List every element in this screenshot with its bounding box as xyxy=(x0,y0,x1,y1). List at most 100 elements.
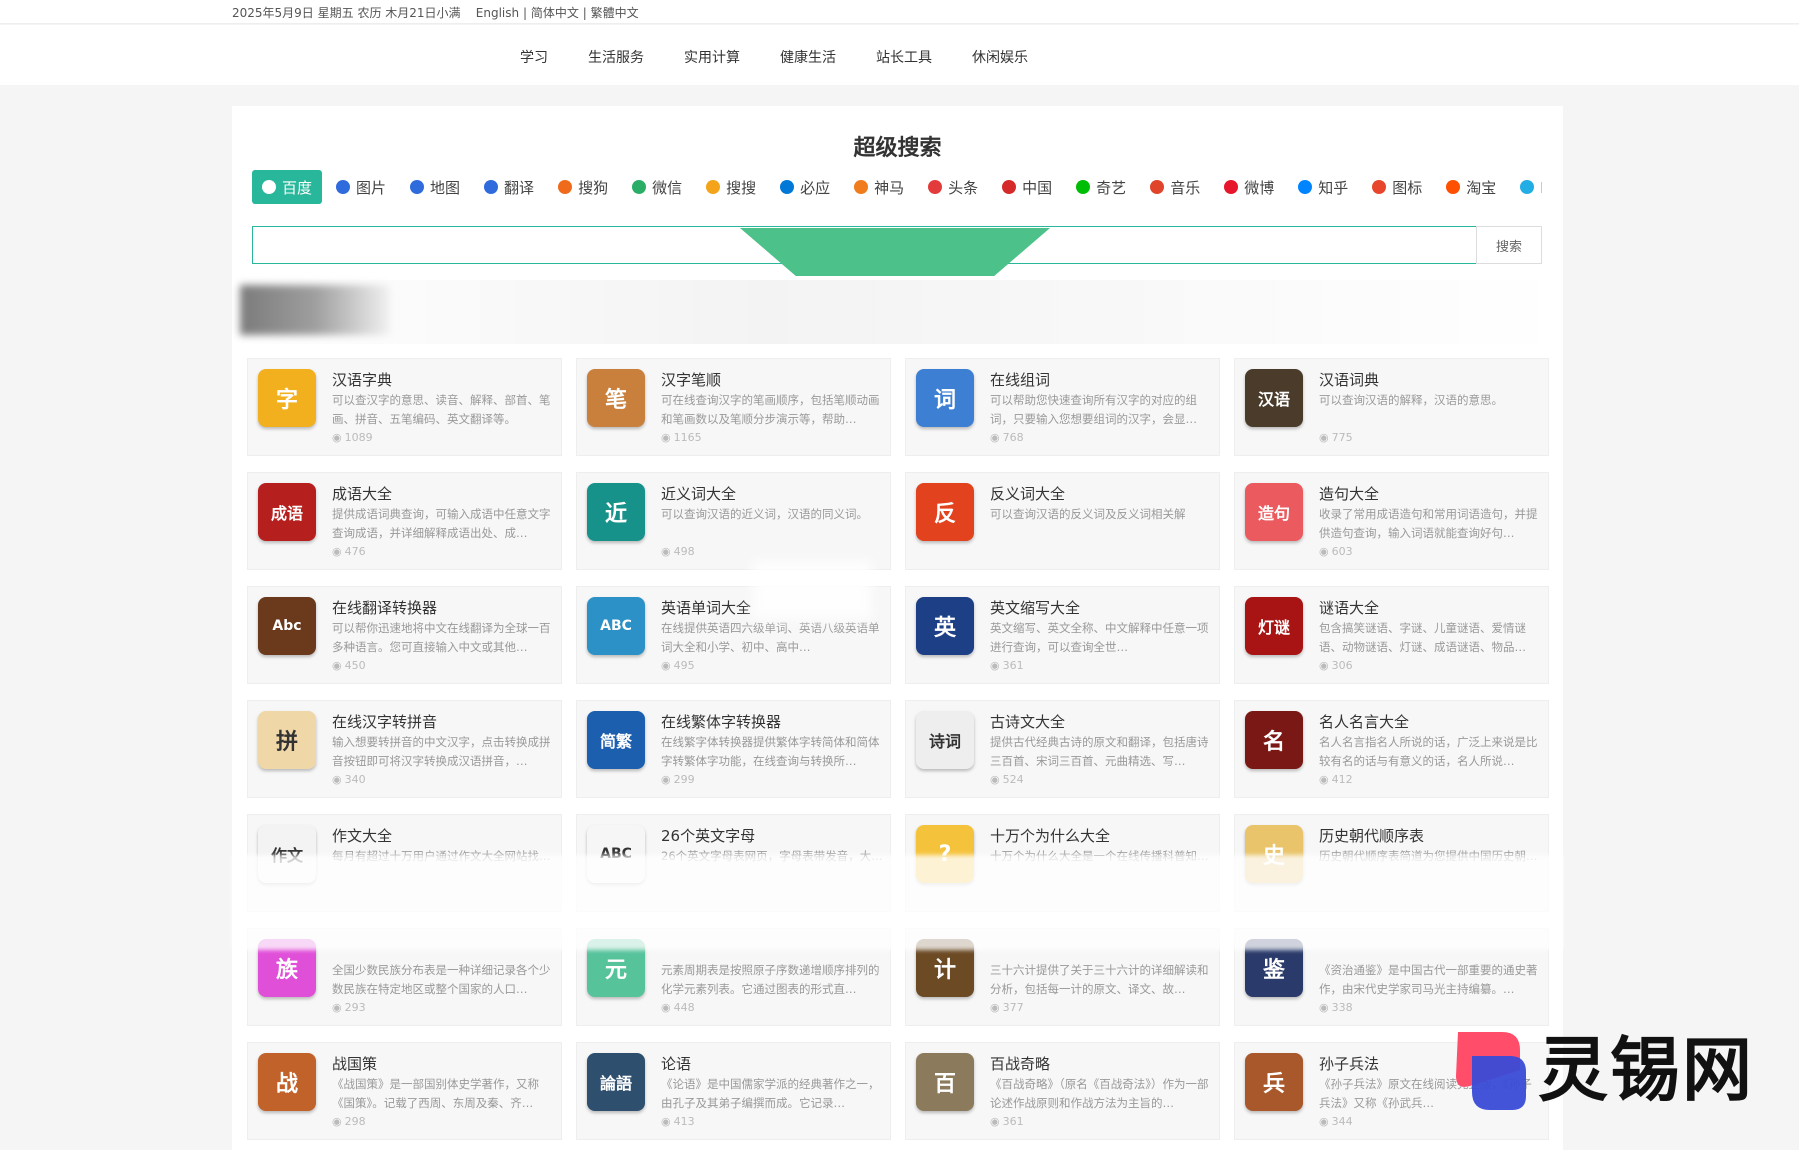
tool-card[interactable]: 造句 造句大全 收录了常用成语造句和常用词语造句，并提供造句查询，输入词语就能查询好… xyxy=(1234,472,1549,570)
view-count: 299 xyxy=(673,773,695,786)
tool-card[interactable]: 诗词 古诗文大全 提供古代经典古诗的原文和翻译，包括唐诗三百首、宋词三百首、元曲精选… xyxy=(905,700,1220,798)
search-engine-tab[interactable]: 音乐 xyxy=(1140,170,1210,204)
nav-item[interactable]: 健康生活 xyxy=(780,47,836,67)
tool-card[interactable]: 拼在线汉字转拼音 输入想要转拼音的中文汉字，点击转换成拼音按钮即可将汉字转换成汉语… xyxy=(247,700,562,798)
tool-views: ◉ 1165 xyxy=(661,431,702,444)
tool-description: 三十六计提供了关于三十六计的详细解读和分析，包括每一计的原文、译文、故… xyxy=(990,963,1209,996)
tool-title: 英文缩写大全 xyxy=(990,599,1081,617)
tool-card[interactable]: 百百战奇略 《百战奇略》（原名《百战奇法》）作为一部论述作战原则和作战方法为主旨的… xyxy=(905,1042,1220,1140)
tool-icon: 词 xyxy=(916,369,974,427)
tool-card[interactable]: 词在线组词 可以帮助您快速查询所有汉字的对应的组词，只要输入您想要组词的汉字，会显… xyxy=(905,358,1220,456)
tool-title: 名人名言大全 xyxy=(1319,713,1410,731)
tool-title: 孙子兵法 xyxy=(1319,1055,1380,1073)
eye-icon: ◉ xyxy=(661,1001,671,1014)
view-count: 340 xyxy=(344,773,366,786)
tool-card[interactable]: 論語 论语 《论语》是中国儒家学派的经典著作之一，由孔子及其弟子编撰而成。它记录… ◉… xyxy=(576,1042,891,1140)
view-count: 498 xyxy=(673,545,695,558)
tool-card[interactable]: Abc 在线翻译转换器 可以帮你迅速地将中文在线翻译为全球一百多种语言。您可直接输入… xyxy=(247,586,562,684)
tool-card[interactable]: 战战国策 《战国策》是一部国别体史学著作，又称《国策》。记载了西周、东周及秦、齐…… xyxy=(247,1042,562,1140)
lang-english-link[interactable]: English xyxy=(476,6,519,20)
tool-card[interactable]: 简繁 在线繁体字转换器 在线繁字体转换器提供繁体字转简体和简体字转繁体字功能，在线查… xyxy=(576,700,891,798)
tool-title: 英语单词大全 xyxy=(661,599,752,617)
search-engine-tab[interactable]: 图标 xyxy=(1362,170,1432,204)
search-engine-tab[interactable]: 微博 xyxy=(1214,170,1284,204)
view-count: 361 xyxy=(1002,659,1024,672)
tool-title: 论语 xyxy=(661,1055,692,1073)
view-count: 338 xyxy=(1331,1001,1353,1014)
eye-icon: ◉ xyxy=(1319,773,1329,786)
engine-logo-icon xyxy=(928,180,943,194)
eye-icon: ◉ xyxy=(1319,431,1329,444)
search-engine-tab[interactable]: 搜搜 xyxy=(696,170,766,204)
search-engine-label: 翻译 xyxy=(504,178,535,197)
tool-card[interactable]: 近近义词大全 可以查询汉语的近义词，汉语的同义词。 ◉ 498 xyxy=(576,472,891,570)
search-engine-label: 头条 xyxy=(948,178,979,197)
search-engine-tab[interactable]: 翻译 xyxy=(474,170,544,204)
tool-card[interactable]: 字汉语字典 可以查汉字的意思、读音、解释、部首、笔画、拼音、五笔编码、英文翻译等。… xyxy=(247,358,562,456)
tool-grid: 字汉语字典 可以查汉字的意思、读音、解释、部首、笔画、拼音、五笔编码、英文翻译等。… xyxy=(247,358,1549,1140)
eye-icon: ◉ xyxy=(661,773,671,786)
search-engine-label: 百度 xyxy=(282,178,313,197)
eye-icon: ◉ xyxy=(661,431,671,444)
search-engine-label: 知乎 xyxy=(1318,178,1349,197)
view-count: 377 xyxy=(1002,1001,1024,1014)
engine-logo-icon xyxy=(854,180,869,194)
tool-card[interactable]: 英英文缩写大全 英文缩写、英文全称、中文解释中任意一项进行查询，可以查询全世… ◉ 3… xyxy=(905,586,1220,684)
search-engine-tab[interactable]: 百度 xyxy=(252,170,323,204)
search-engine-tab[interactable]: B站 xyxy=(1510,170,1542,204)
nav-item[interactable]: 站长工具 xyxy=(876,47,932,67)
search-engine-tab[interactable]: 神马 xyxy=(844,170,914,204)
tool-description: 《百战奇略》（原名《百战奇法》）作为一部论述作战原则和作战方法为主旨的… xyxy=(990,1077,1209,1110)
tool-title: 近义词大全 xyxy=(661,485,737,503)
search-button[interactable]: 搜索 xyxy=(1476,226,1542,264)
engine-logo-icon xyxy=(706,180,721,194)
nav-item[interactable]: 学习 xyxy=(520,47,548,67)
nav-menu: 学习 生活服务 实用计算 健康生活 站长工具 休闲娱乐 xyxy=(520,47,1028,67)
tool-icon: 近 xyxy=(587,483,645,541)
tool-card[interactable]: 灯谜 谜语大全 包含搞笑谜语、字谜、儿童谜语、爱情谜语、动物谜语、灯谜、成语谜语、物… xyxy=(1234,586,1549,684)
tool-views: ◉ 775 xyxy=(1319,431,1353,444)
lang-simplified-link[interactable]: 简体中文 xyxy=(531,6,579,20)
tool-views: ◉ 1089 xyxy=(332,431,373,444)
nav-item[interactable]: 休闲娱乐 xyxy=(972,47,1028,67)
tool-description: 《资治通鉴》是中国古代一部重要的通史著作，由宋代史学家司马光主持编纂。… xyxy=(1319,963,1538,996)
search-engine-tab[interactable]: 必应 xyxy=(770,170,840,204)
eye-icon: ◉ xyxy=(1319,545,1329,558)
search-engine-tab[interactable]: 中国 xyxy=(992,170,1062,204)
view-count: 361 xyxy=(1002,1115,1024,1128)
search-engine-tab[interactable]: 奇艺 xyxy=(1066,170,1136,204)
tool-card[interactable]: 汉语 汉语词典 可以查询汉语的解释，汉语的意思。 ◉ 775 xyxy=(1234,358,1549,456)
nav-item[interactable]: 实用计算 xyxy=(684,47,740,67)
tool-icon: 成语 xyxy=(258,483,316,541)
engine-logo-icon xyxy=(1224,180,1239,194)
search-engine-tab[interactable]: 图片 xyxy=(326,170,396,204)
search-engine-tab[interactable]: 搜狗 xyxy=(548,170,618,204)
search-engine-tab[interactable]: 知乎 xyxy=(1288,170,1358,204)
tool-description: 可在线查询汉字的笔画顺序，包括笔顺动画和笔画数以及笔顺分步演示等，帮助… xyxy=(661,393,880,426)
tool-views: ◉ 524 xyxy=(990,773,1024,786)
lang-traditional-link[interactable]: 繁體中文 xyxy=(591,6,639,20)
search-engine-tab[interactable]: 淘宝 xyxy=(1436,170,1506,204)
view-count: 448 xyxy=(673,1001,695,1014)
tool-card[interactable]: 名名人名言大全 名人名言指名人所说的话，广泛上来说是比较有名的话与有意义的话，名人… xyxy=(1234,700,1549,798)
tool-views: ◉ 340 xyxy=(332,773,366,786)
search-engine-tab[interactable]: 微信 xyxy=(622,170,692,204)
view-count: 495 xyxy=(673,659,695,672)
tool-card[interactable]: 笔汉字笔顺 可在线查询汉字的笔画顺序，包括笔顺动画和笔画数以及笔顺分步演示等，帮助… xyxy=(576,358,891,456)
engine-logo-icon xyxy=(1076,180,1091,194)
tool-views: ◉ 603 xyxy=(1319,545,1353,558)
view-count: 1089 xyxy=(344,431,373,444)
tool-description: 可以查询汉语的解释，汉语的意思。 xyxy=(1319,393,1503,407)
search-engine-tab[interactable]: 头条 xyxy=(918,170,988,204)
nav-item[interactable]: 生活服务 xyxy=(588,47,644,67)
eye-icon: ◉ xyxy=(661,545,671,558)
tool-title: 反义词大全 xyxy=(990,485,1066,503)
tool-card[interactable]: 成语 成语大全 提供成语词典查询，可输入成语中任意文字查询成语，并详细解释成语出处、… xyxy=(247,472,562,570)
view-count: 603 xyxy=(1331,545,1353,558)
watermark-logo-icon xyxy=(1456,1032,1526,1110)
search-engine-tab[interactable]: 地图 xyxy=(400,170,470,204)
tool-icon: 名 xyxy=(1245,711,1303,769)
tool-card[interactable]: 反反义词大全 可以查询汉语的反义词及反义词相关解 xyxy=(905,472,1220,570)
eye-icon: ◉ xyxy=(332,545,342,558)
engine-logo-icon xyxy=(1520,180,1535,194)
